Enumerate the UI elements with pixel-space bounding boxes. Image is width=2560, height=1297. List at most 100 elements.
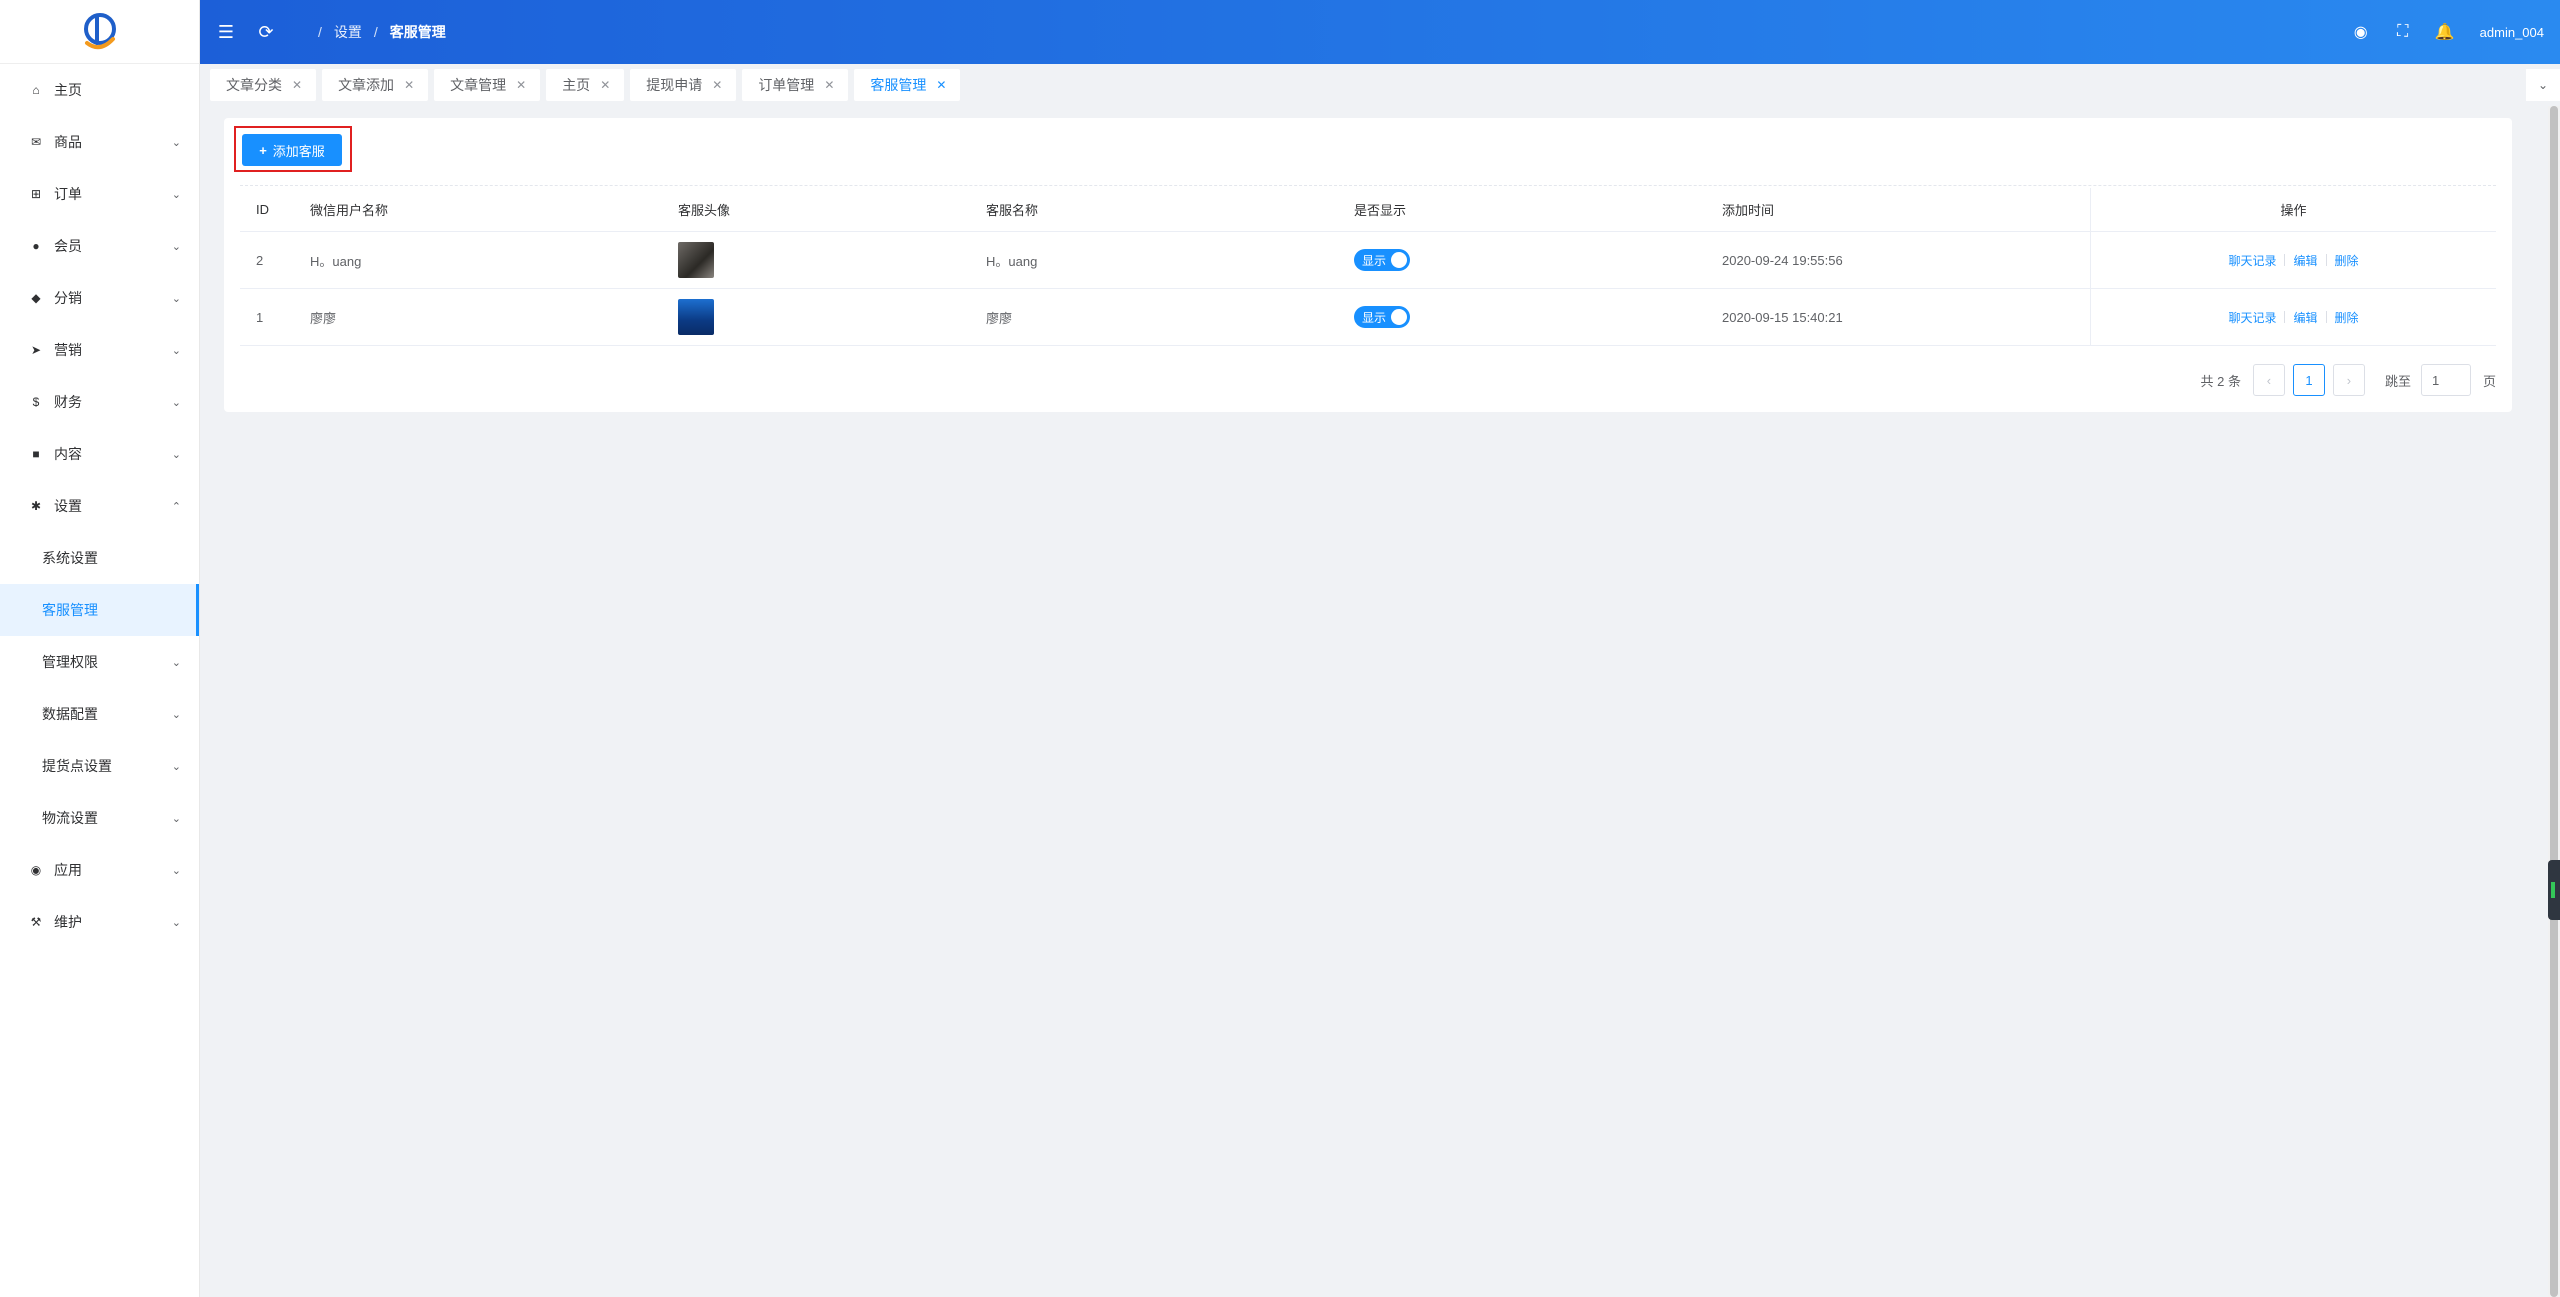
close-icon[interactable]: ✕ [936,78,946,92]
chevron-down-icon: ⌄ [171,708,181,721]
refresh-icon[interactable]: ⟳ [246,22,286,43]
chat-history-link[interactable]: 聊天记录 [2228,252,2276,269]
sidebar: ⌂ 主页 ✉ 商品 ⌄ ⊞ 订单 ⌄ ● 会员 ⌄ ◆ 分销 ⌄ ➤ 营销 ⌄ … [0,0,200,1297]
sidebar-subitem-data-config[interactable]: 数据配置 ⌄ [0,688,199,740]
username[interactable]: admin_004 [2480,25,2544,40]
tab-label: 文章管理 [450,77,507,93]
sidebar-item-maintenance[interactable]: ⚒ 维护 ⌄ [0,896,199,948]
table-row: 1 廖廖 廖廖 显示 2020-09-15 15:40:21 聊天记录 编辑 删… [240,289,2496,346]
close-icon[interactable]: ✕ [292,78,302,92]
cell-name: H。uang [986,253,1038,269]
sidebar-subitem-permissions[interactable]: 管理权限 ⌄ [0,636,199,688]
scroll-thumb[interactable] [2550,106,2558,1297]
close-icon[interactable]: ✕ [516,78,526,92]
tab-article-manage[interactable]: 文章管理 ✕ [434,69,541,101]
logo[interactable] [0,0,199,64]
sidebar-subitem-system-settings[interactable]: 系统设置 [0,532,199,584]
bell-icon[interactable]: 🔔 [2424,22,2466,42]
sidebar-subitem-label: 系统设置 [42,550,98,566]
table-row: 2 H。uang H。uang 显示 2020-09-24 19:55:56 聊… [240,232,2496,289]
action-divider [2284,254,2286,266]
sidebar-item-settings[interactable]: ✱ 设置 ⌃ [0,480,199,532]
sidebar-item-marketing[interactable]: ➤ 营销 ⌄ [0,324,199,376]
sidebar-item-label: 财务 [54,394,82,410]
sidebar-item-orders[interactable]: ⊞ 订单 ⌄ [0,168,199,220]
pagination-total: 共 2 条 [2200,373,2241,389]
page-unit-label: 页 [2482,373,2496,389]
sidebar-subitem-logistics-settings[interactable]: 物流设置 ⌄ [0,792,199,844]
edit-link[interactable]: 编辑 [2293,252,2317,269]
delete-link[interactable]: 删除 [2335,252,2359,269]
page-number[interactable]: 1 [2292,364,2325,396]
logo-icon [83,12,116,49]
close-icon[interactable]: ✕ [600,78,610,92]
highlight-box: + 添加客服 [234,126,352,172]
home-icon: ⌂ [32,83,40,97]
sidebar-item-finance[interactable]: $ 财务 ⌄ [0,376,199,428]
column-header: ID [256,202,269,217]
tab-customer-service[interactable]: 客服管理 ✕ [854,69,961,101]
floating-side-widget[interactable] [2548,860,2560,920]
top-header: ☰ ⟳ / 设置 / 客服管理 ◉ ⛶ 🔔 admin_004 [200,0,2560,64]
close-icon[interactable]: ✕ [404,78,414,92]
close-icon[interactable]: ✕ [712,78,722,92]
marketing-icon: ➤ [30,343,42,357]
sidebar-item-members[interactable]: ● 会员 ⌄ [0,220,199,272]
action-divider [2325,254,2327,266]
add-customer-service-button[interactable]: + 添加客服 [242,134,342,166]
menu-toggle-icon[interactable]: ☰ [206,22,246,43]
sidebar-item-goods[interactable]: ✉ 商品 ⌄ [0,116,199,168]
avatar[interactable] [678,299,714,335]
avatar[interactable] [678,242,714,278]
breadcrumb-item[interactable]: 设置 [334,22,362,42]
jump-page-input[interactable] [2420,364,2471,396]
sidebar-item-label: 维护 [54,914,82,930]
show-toggle[interactable]: 显示 [1354,249,1410,271]
cell-show: 显示 [1354,249,1722,271]
app-icon: ◉ [30,863,42,877]
chevron-down-icon: ⌄ [171,240,181,253]
tab-label: 订单管理 [758,77,815,93]
tab-home[interactable]: 主页 ✕ [546,69,625,101]
next-page-chevron-right-icon[interactable]: › [2332,364,2365,396]
fullscreen-icon[interactable]: ⛶ [2382,23,2424,41]
chevron-down-icon: ⌄ [171,344,181,357]
sidebar-item-content[interactable]: ■ 内容 ⌄ [0,428,199,480]
tab-article-add[interactable]: 文章添加 ✕ [322,69,429,101]
sidebar-subitem-label: 物流设置 [42,810,98,826]
table-header: ID 微信用户名称 客服头像 客服名称 是否显示 添加时间 操作 [240,188,2496,232]
sidebar-subitem-pickup-settings[interactable]: 提货点设置 ⌄ [0,740,199,792]
prev-page-chevron-left-icon[interactable]: ‹ [2252,364,2285,396]
close-icon[interactable]: ✕ [824,78,834,92]
delete-link[interactable]: 删除 [2335,309,2359,326]
pagination: 共 2 条 ‹ 1 › 跳至 页 [2200,364,2496,396]
column-header: 添加时间 [1722,203,1775,218]
cell-actions: 聊天记录 编辑 删除 [2090,289,2496,345]
tab-article-category[interactable]: 文章分类 ✕ [210,69,317,101]
app-root: ⌂ 主页 ✉ 商品 ⌄ ⊞ 订单 ⌄ ● 会员 ⌄ ◆ 分销 ⌄ ➤ 营销 ⌄ … [0,0,2560,1297]
cell-name: 廖廖 [986,310,1013,326]
chat-history-link[interactable]: 聊天记录 [2228,309,2276,326]
tabs-dropdown-chevron-icon[interactable]: ⌄ [2526,69,2560,101]
target-icon[interactable]: ◉ [2340,22,2382,42]
edit-link[interactable]: 编辑 [2293,309,2317,326]
show-toggle[interactable]: 显示 [1354,306,1410,328]
column-header: 客服头像 [678,203,731,218]
cart-icon: ⊞ [30,187,42,201]
chevron-down-icon: ⌄ [171,188,181,201]
sidebar-item-home[interactable]: ⌂ 主页 [0,64,199,116]
chevron-down-icon: ⌄ [171,916,181,929]
sidebar-item-distribution[interactable]: ◆ 分销 ⌄ [0,272,199,324]
sidebar-subitem-customer-service[interactable]: 客服管理 [0,584,199,636]
action-divider [2284,311,2286,323]
tab-orders[interactable]: 订单管理 ✕ [742,69,849,101]
book-icon: ■ [32,447,40,461]
user-icon: ● [32,239,40,253]
sidebar-item-apps[interactable]: ◉ 应用 ⌄ [0,844,199,896]
column-header: 是否显示 [1354,203,1407,218]
sidebar-subitem-label: 管理权限 [42,654,98,670]
toggle-label: 显示 [1362,310,1387,325]
scrollbar[interactable] [2548,106,2560,1297]
tab-withdraw[interactable]: 提现申请 ✕ [630,69,737,101]
sidebar-subitem-label: 客服管理 [42,602,98,618]
